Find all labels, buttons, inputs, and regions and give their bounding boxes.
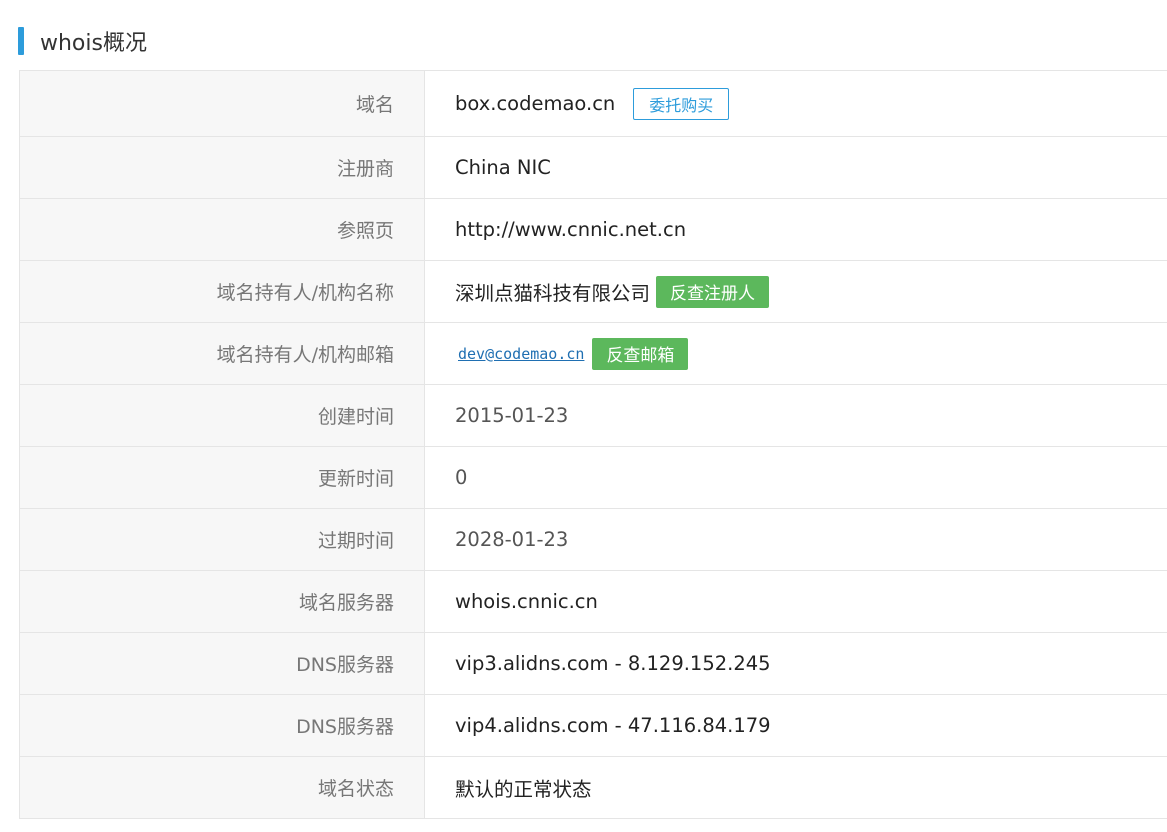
registrant-name-value: 深圳点猫科技有限公司 — [455, 282, 651, 305]
row-label: 域名持有人/机构名称 — [19, 261, 425, 322]
row-reference-page: 参照页 http://www.cnnic.net.cn — [19, 199, 1167, 261]
row-value: dev@codemao.cn 反查邮箱 — [425, 323, 1167, 384]
row-label: 域名 — [19, 71, 425, 136]
row-value: box.codemao.cn 委托购买 — [425, 71, 1167, 136]
row-label: 域名状态 — [19, 757, 425, 818]
dns-server-value: vip4.alidns.com - 47.116.84.179 — [455, 714, 771, 737]
whois-table: 域名 box.codemao.cn 委托购买 注册商 China NIC 参照页… — [19, 70, 1167, 819]
reverse-lookup-email-button[interactable]: 反查邮箱 — [592, 337, 689, 370]
whois-page: whois概况 域名 box.codemao.cn 委托购买 注册商 China… — [0, 0, 1167, 832]
row-label: DNS服务器 — [19, 633, 425, 694]
row-updated: 更新时间 0 — [19, 447, 1167, 509]
domain-status-value: 默认的正常状态 — [455, 778, 592, 801]
row-registrant-name: 域名持有人/机构名称 深圳点猫科技有限公司 反查注册人 — [19, 261, 1167, 323]
registrant-email-link[interactable]: dev@codemao.cn — [458, 345, 584, 363]
row-dns-server-2: DNS服务器 vip4.alidns.com - 47.116.84.179 — [19, 695, 1167, 757]
entrust-purchase-button[interactable]: 委托购买 — [633, 87, 730, 120]
row-label: 域名服务器 — [19, 571, 425, 632]
row-whois-server: 域名服务器 whois.cnnic.cn — [19, 571, 1167, 633]
row-label: 创建时间 — [19, 385, 425, 446]
section-title: whois概况 — [40, 31, 147, 56]
reference-page-value: http://www.cnnic.net.cn — [455, 218, 687, 241]
row-dns-server-1: DNS服务器 vip3.alidns.com - 8.129.152.245 — [19, 633, 1167, 695]
updated-date-value: 0 — [455, 466, 468, 489]
row-label: 更新时间 — [19, 447, 425, 508]
whois-server-value: whois.cnnic.cn — [455, 590, 598, 613]
row-label: 域名持有人/机构邮箱 — [19, 323, 425, 384]
row-created: 创建时间 2015-01-23 — [19, 385, 1167, 447]
section-accent-bar — [18, 27, 24, 55]
row-label: DNS服务器 — [19, 695, 425, 756]
dns-server-value: vip3.alidns.com - 8.129.152.245 — [455, 652, 771, 675]
row-domain-status: 域名状态 默认的正常状态 — [19, 757, 1167, 819]
row-label: 过期时间 — [19, 509, 425, 570]
row-label: 参照页 — [19, 199, 425, 260]
row-domain: 域名 box.codemao.cn 委托购买 — [19, 71, 1167, 137]
section-header: whois概况 — [18, 26, 147, 56]
created-date-value: 2015-01-23 — [455, 404, 569, 427]
row-expiry: 过期时间 2028-01-23 — [19, 509, 1167, 571]
registrar-value: China NIC — [455, 156, 551, 179]
reverse-lookup-registrant-button[interactable]: 反查注册人 — [656, 275, 770, 308]
row-value: 深圳点猫科技有限公司 反查注册人 — [425, 261, 1167, 322]
row-registrar: 注册商 China NIC — [19, 137, 1167, 199]
row-registrant-email: 域名持有人/机构邮箱 dev@codemao.cn 反查邮箱 — [19, 323, 1167, 385]
domain-value: box.codemao.cn — [455, 92, 616, 115]
row-label: 注册商 — [19, 137, 425, 198]
expiry-date-value: 2028-01-23 — [455, 528, 569, 551]
